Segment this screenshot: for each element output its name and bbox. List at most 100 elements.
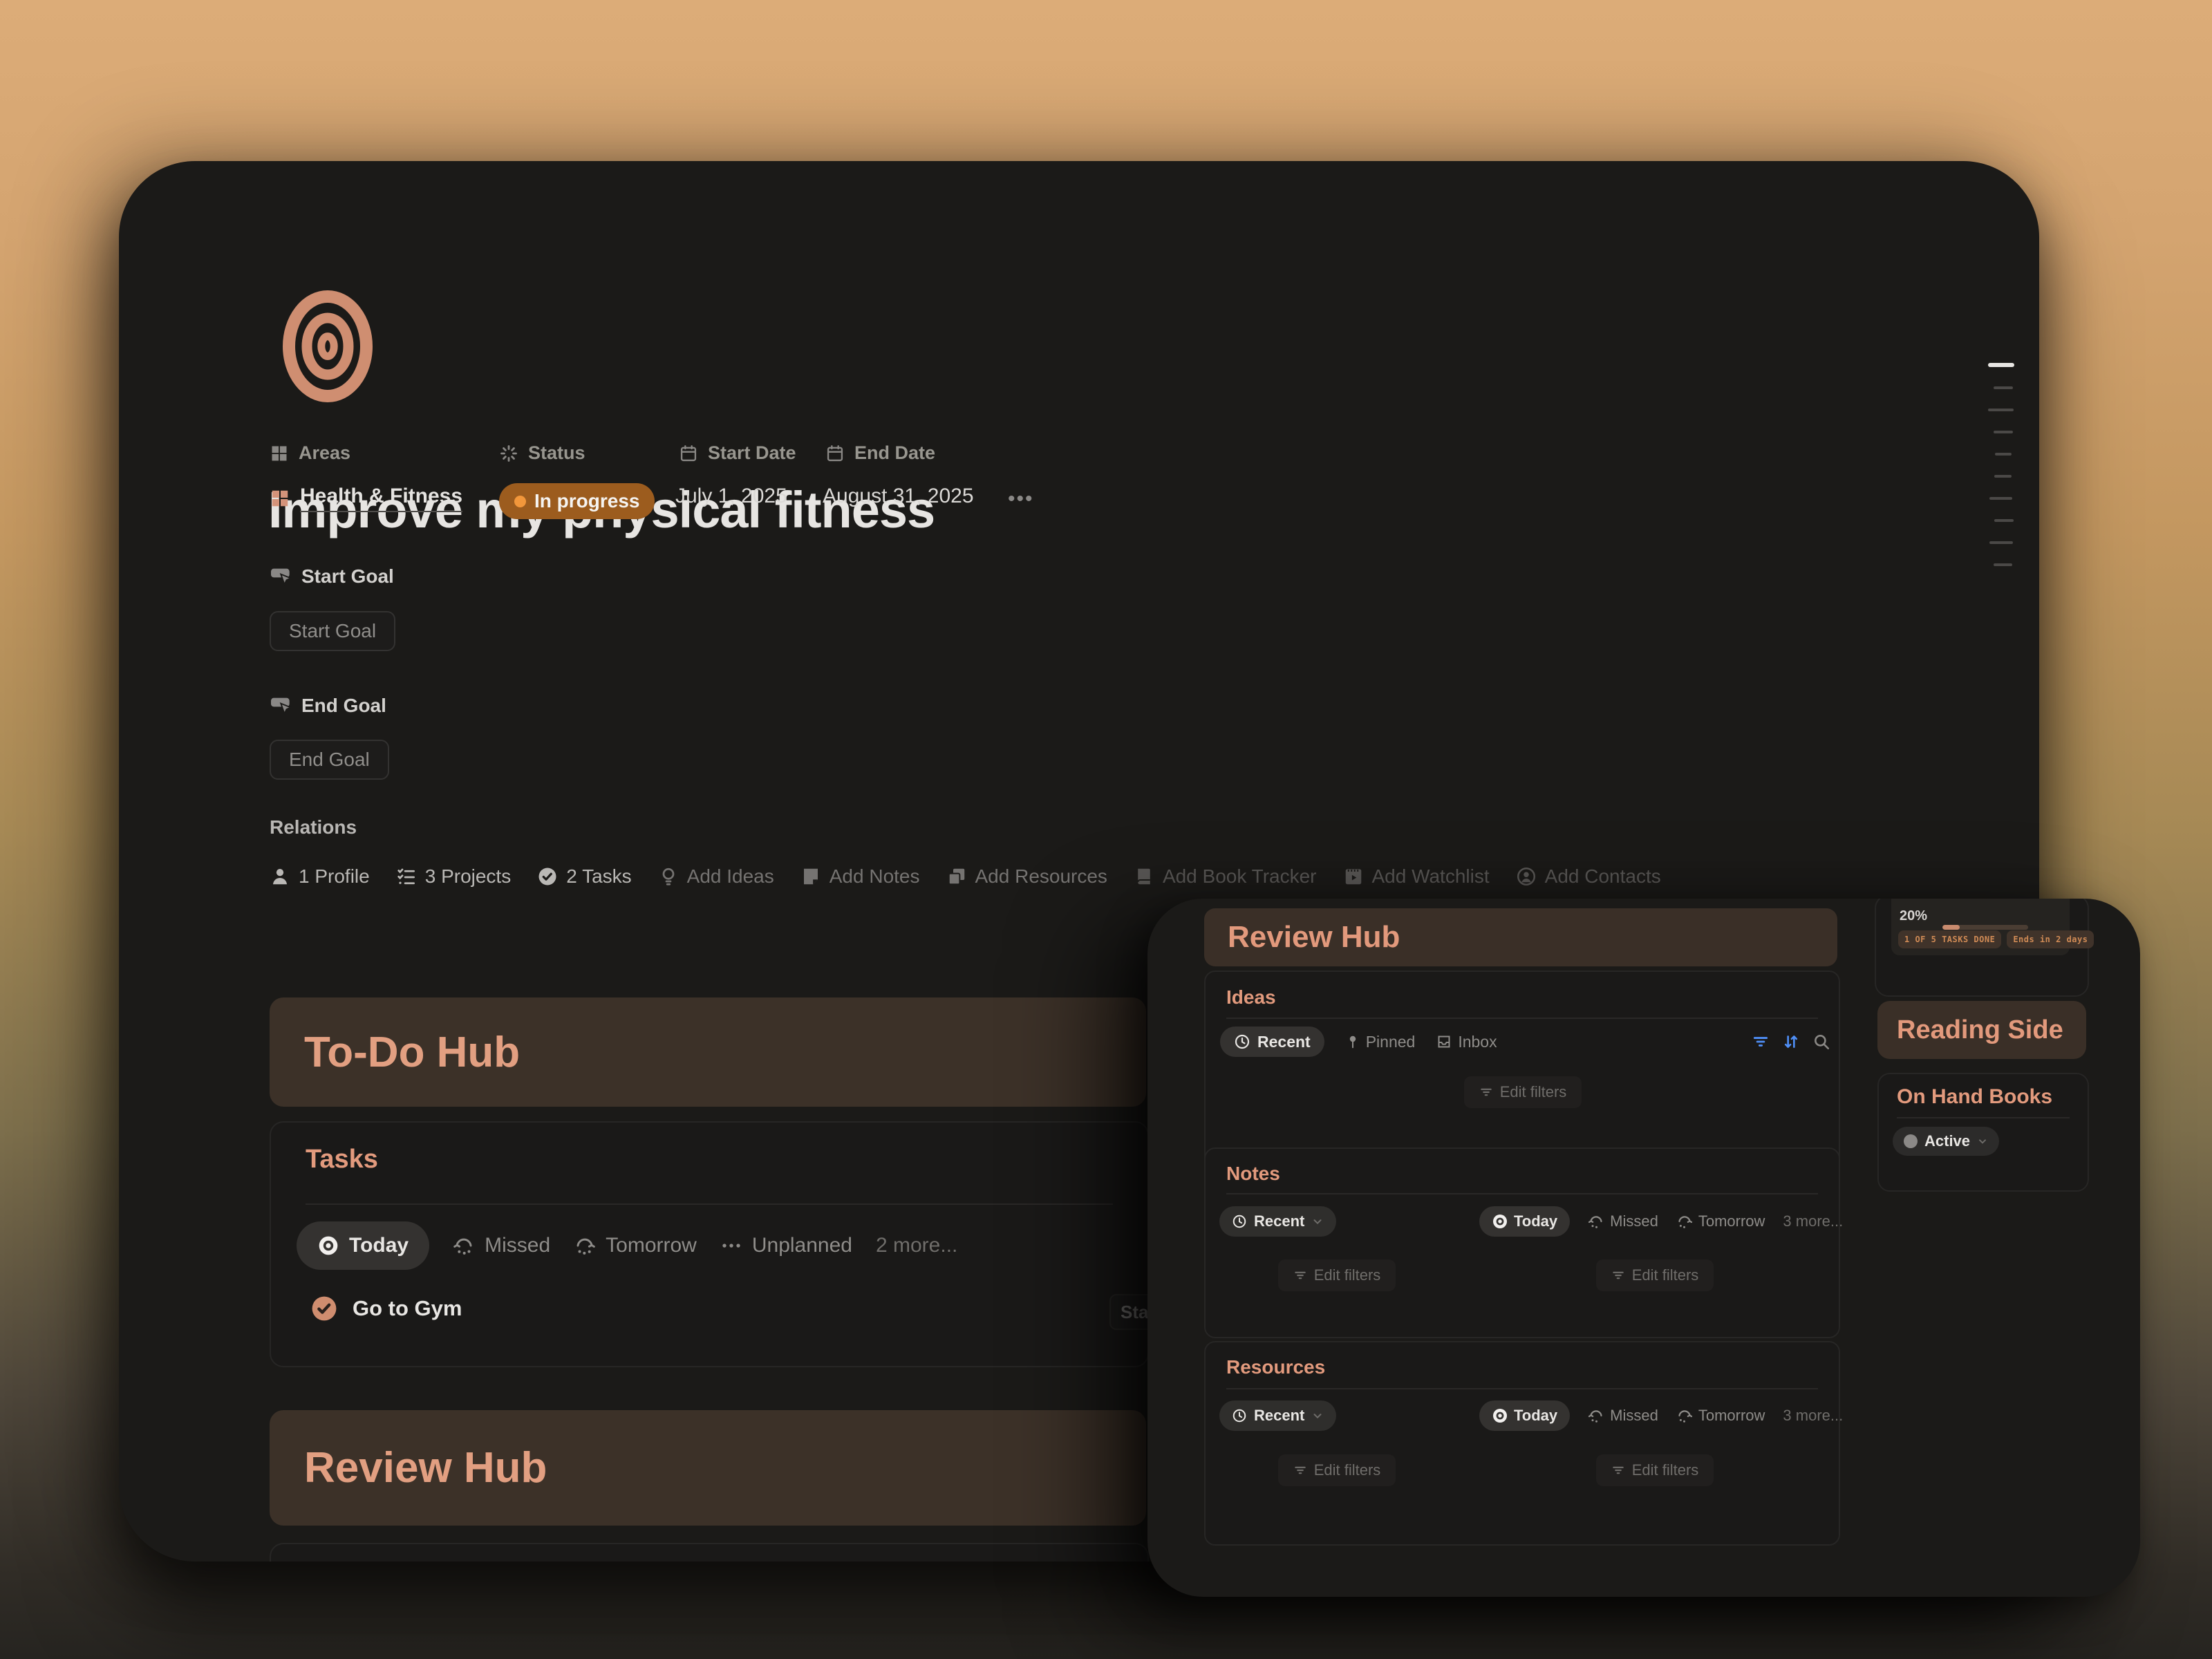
check-circle-icon <box>537 866 558 887</box>
calendar-icon <box>825 444 845 463</box>
ideas-card: Ideas Recent Pinned Inbox <box>1204 971 1840 1178</box>
resources-edit-filters-left[interactable]: Edit filters <box>1278 1454 1396 1486</box>
relation-add-resources[interactable]: Add Resources <box>946 865 1107 888</box>
notes-tab-today[interactable]: Today <box>1479 1206 1570 1237</box>
notes-card: Notes Recent Today Missed <box>1204 1147 1840 1338</box>
resources-tab-today[interactable]: Today <box>1479 1400 1570 1431</box>
ideas-tab-inbox[interactable]: Inbox <box>1436 1033 1497 1051</box>
task-checked-icon[interactable] <box>311 1295 337 1322</box>
tab-tomorrow[interactable]: Tomorrow <box>574 1234 697 1257</box>
property-status[interactable]: Status <box>499 442 585 464</box>
tab-unplanned[interactable]: Unplanned <box>720 1234 852 1257</box>
active-filter-pill[interactable]: Active <box>1893 1127 1999 1156</box>
end-goal-button[interactable]: End Goal <box>270 740 389 780</box>
relation-tasks[interactable]: 2 Tasks <box>537 865 631 888</box>
outline-line-active[interactable] <box>1988 363 2014 367</box>
notes-edit-filters-left[interactable]: Edit filters <box>1278 1259 1396 1291</box>
desktop-background: Improve my physical fitness Areas Status… <box>0 0 2212 1659</box>
resources-day-tab-bar: Today Missed Tomorrow 3 more... <box>1479 1400 1843 1431</box>
tomorrow-icon <box>574 1235 596 1257</box>
progress-percent: 20% <box>1900 908 1927 924</box>
search-icon[interactable] <box>1812 1033 1830 1051</box>
goal-progress-card: 20% 1 OF 5 TASKS DONE Ends in 2 days <box>1875 899 2089 997</box>
ends-in-badge: Ends in 2 days <box>2007 930 2094 948</box>
ideas-title: Ideas <box>1226 986 1276 1009</box>
resources-tab-tomorrow[interactable]: Tomorrow <box>1676 1407 1765 1425</box>
grid-icon <box>270 444 289 463</box>
watchlist-icon <box>1343 866 1364 887</box>
review-hub-banner[interactable]: Review Hub <box>270 1410 1146 1526</box>
review-hub-window: Review Hub Ideas Recent Pinned Inbox <box>1147 899 2140 1597</box>
reading-side-banner[interactable]: Reading Side <box>1877 1001 2086 1059</box>
notes-tab-tomorrow[interactable]: Tomorrow <box>1676 1212 1765 1230</box>
task-row[interactable]: Go to Gym <box>311 1295 462 1322</box>
end-date-value[interactable]: August 31, 2025 <box>823 485 974 508</box>
status-pill[interactable]: In progress <box>499 483 655 519</box>
property-start-date[interactable]: Start Date <box>679 442 796 464</box>
target-icon[interactable] <box>282 290 373 402</box>
ideas-tab-pinned[interactable]: Pinned <box>1345 1033 1416 1051</box>
start-goal-button[interactable]: Start Goal <box>270 611 395 651</box>
ellipsis-icon <box>720 1235 742 1257</box>
person-icon <box>270 866 290 887</box>
calendar-icon <box>679 444 698 463</box>
resources-edit-filters-right[interactable]: Edit filters <box>1596 1454 1714 1486</box>
property-label: End Date <box>854 442 935 464</box>
resources-tab-missed[interactable]: Missed <box>1588 1407 1658 1425</box>
sort-icon[interactable] <box>1782 1033 1800 1051</box>
relation-add-contacts[interactable]: Add Contacts <box>1516 865 1661 888</box>
tomorrow-icon <box>1676 1407 1693 1424</box>
property-end-date[interactable]: End Date <box>825 442 935 464</box>
ideas-toolbar <box>1752 1033 1830 1051</box>
notes-tab-missed[interactable]: Missed <box>1588 1212 1658 1230</box>
spinner-icon <box>499 444 518 463</box>
relation-add-ideas[interactable]: Add Ideas <box>658 865 774 888</box>
on-hand-books-title: On Hand Books <box>1897 1085 2052 1109</box>
clock-icon <box>1232 1408 1247 1423</box>
task-label: Go to Gym <box>353 1296 462 1321</box>
filter-icon <box>1293 1463 1307 1477</box>
ideas-tab-recent[interactable]: Recent <box>1220 1027 1324 1057</box>
relation-add-watchlist[interactable]: Add Watchlist <box>1343 865 1490 888</box>
cursor-click-icon <box>270 695 292 717</box>
resources-tabs-more-button[interactable]: 3 more... <box>1783 1407 1843 1425</box>
contact-icon <box>1516 866 1537 887</box>
tab-missed[interactable]: Missed <box>453 1234 550 1257</box>
start-date-value[interactable]: July 1, 2025 <box>675 485 787 508</box>
on-hand-books-card: On Hand Books Active <box>1877 1073 2089 1192</box>
resources-card: Resources Recent Today Missed <box>1204 1341 1840 1546</box>
relation-add-notes[interactable]: Add Notes <box>800 865 920 888</box>
more-properties-button[interactable]: ••• <box>1008 487 1034 511</box>
area-value[interactable]: Health & Fitness <box>270 485 462 512</box>
overlay-review-hub-banner[interactable]: Review Hub <box>1204 908 1837 966</box>
end-goal-heading: End Goal <box>270 695 386 717</box>
ideas-edit-filters-button[interactable]: Edit filters <box>1464 1076 1582 1108</box>
tasks-title: Tasks <box>306 1145 378 1174</box>
todo-hub-banner[interactable]: To-Do Hub <box>270 997 1146 1107</box>
today-icon <box>1492 1213 1508 1230</box>
relations-heading: Relations <box>270 816 357 838</box>
clock-icon <box>1234 1033 1250 1050</box>
tasks-tab-bar: Today Missed Tomorrow Unplanned 2 more..… <box>297 1221 957 1270</box>
relation-profile[interactable]: 1 Profile <box>270 865 370 888</box>
tab-today[interactable]: Today <box>297 1221 429 1270</box>
tabs-more-button[interactable]: 2 more... <box>876 1234 957 1257</box>
filter-icon <box>1293 1268 1307 1282</box>
missed-icon <box>453 1235 475 1257</box>
filter-icon <box>1479 1085 1493 1099</box>
relation-add-book-tracker[interactable]: Add Book Tracker <box>1134 865 1317 888</box>
notes-edit-filters-right[interactable]: Edit filters <box>1596 1259 1714 1291</box>
notes-tabs-more-button[interactable]: 3 more... <box>1783 1212 1843 1230</box>
notes-recent-tab[interactable]: Recent <box>1219 1206 1336 1237</box>
progress-fill <box>1942 925 1960 930</box>
property-areas[interactable]: Areas <box>270 442 350 464</box>
chevron-down-icon <box>1977 1136 1988 1147</box>
relation-projects[interactable]: 3 Projects <box>396 865 512 888</box>
filter-icon[interactable] <box>1752 1033 1770 1051</box>
progress-bar <box>1942 925 2028 930</box>
resources-recent-tab[interactable]: Recent <box>1219 1400 1336 1431</box>
notes-day-tab-bar: Today Missed Tomorrow 3 more... <box>1479 1206 1843 1237</box>
ideas-tab-bar: Recent Pinned Inbox <box>1220 1027 1497 1057</box>
start-goal-label: Start Goal <box>301 565 394 588</box>
missed-icon <box>1588 1213 1604 1230</box>
